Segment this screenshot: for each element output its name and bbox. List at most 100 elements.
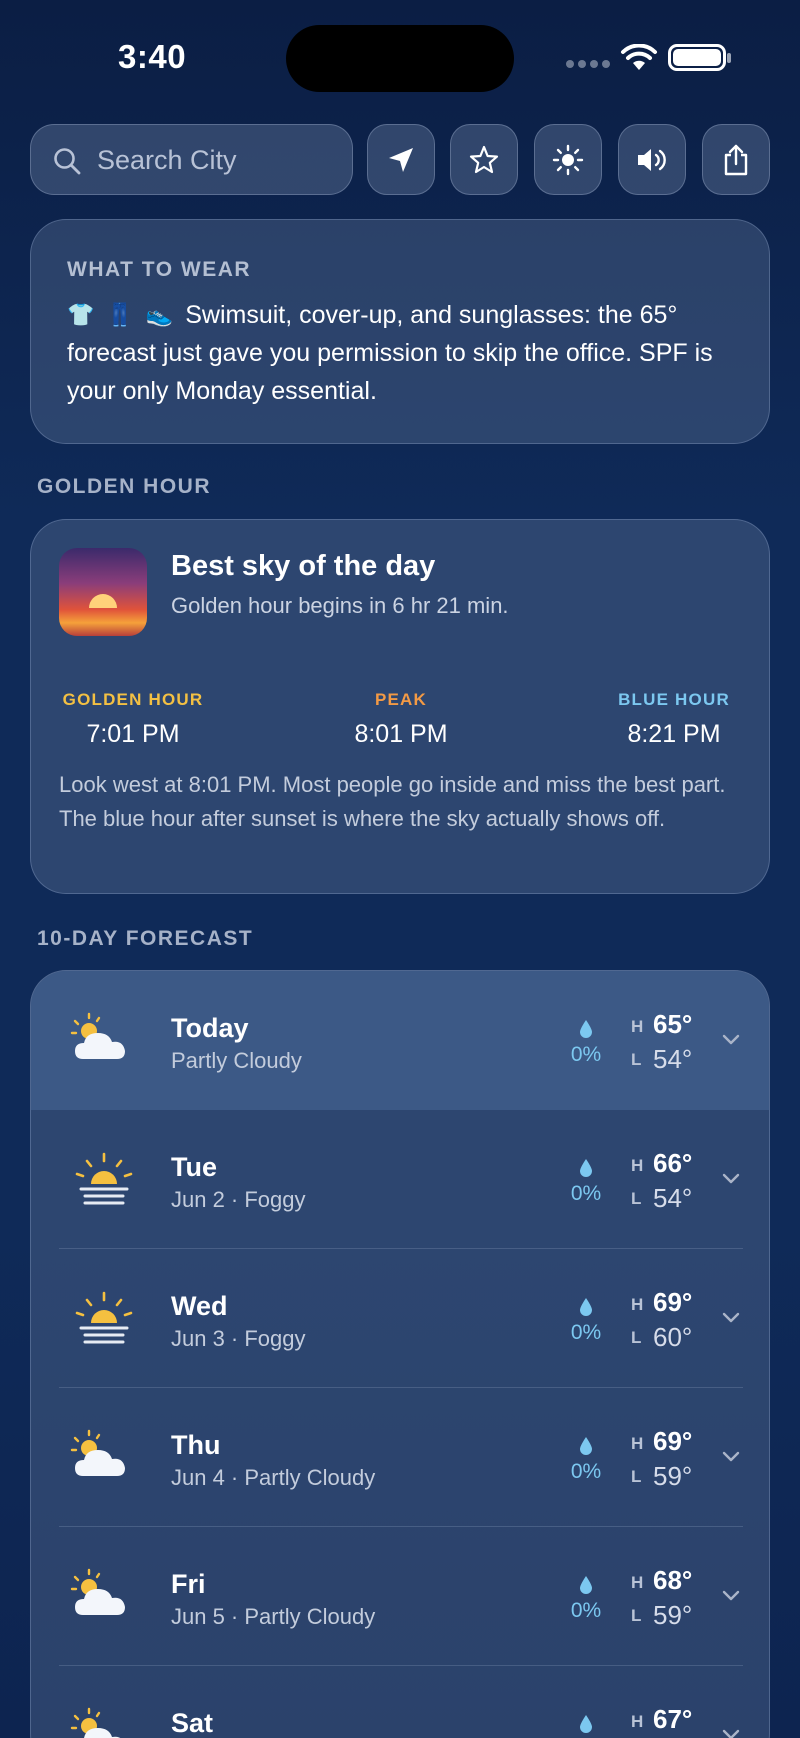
- high-low: H 69° L 59°: [631, 1426, 731, 1492]
- high-tag: H: [631, 1017, 644, 1036]
- forecast-section-title: 10-DAY FORECAST: [37, 927, 254, 950]
- low-tag: L: [631, 1467, 642, 1486]
- low-temp: 59°: [653, 1600, 693, 1630]
- precipitation: [561, 1714, 611, 1734]
- precipitation-value: 0%: [570, 1321, 602, 1344]
- golden-hour-title: Best sky of the day: [171, 550, 436, 582]
- forecast-row[interactable]: Thu Jun 4 · Partly Cloudy 0% H 69° L 59°: [31, 1388, 769, 1527]
- search-input[interactable]: [97, 125, 337, 196]
- golden-hour-label: GOLDEN HOUR: [62, 690, 204, 709]
- partly-cloudy-icon: [70, 1568, 125, 1615]
- chevron-down-icon[interactable]: [721, 1450, 741, 1464]
- high-low: H 69° L 60°: [631, 1287, 731, 1353]
- forecast-row[interactable]: Today Partly Cloudy 0% H 65° L 54°: [31, 971, 769, 1110]
- what-to-wear-text: 👕 👖 👟 Swimsuit, cover-up, and sunglasses: t…: [67, 296, 747, 410]
- share-icon: [724, 144, 748, 175]
- low-temp: 54°: [653, 1183, 693, 1213]
- day-name: Tue: [171, 1152, 217, 1182]
- peak-time: 8:01 PM: [354, 720, 448, 748]
- partly-cloudy-icon: [70, 1012, 125, 1059]
- brightness-icon: [552, 144, 584, 175]
- raindrop-icon: [580, 1298, 592, 1316]
- precipitation-value: 0%: [570, 1182, 602, 1205]
- day-name: Today: [171, 1013, 249, 1043]
- low-temp: 60°: [653, 1322, 693, 1352]
- golden-hour-note: Look west at 8:01 PM. Most people go ins…: [59, 772, 726, 831]
- shirt-icon: 👕: [67, 302, 95, 327]
- high-temp: 69°: [653, 1426, 693, 1456]
- toolbar: [30, 124, 770, 196]
- blue-hour-time: 8:21 PM: [627, 720, 721, 748]
- forecast-row[interactable]: Fri Jun 5 · Partly Cloudy 0% H 68° L 59°: [31, 1527, 769, 1666]
- precipitation-value: 0%: [570, 1599, 602, 1622]
- day-description: Jun 5 · Partly Cloudy: [171, 1604, 376, 1629]
- chevron-down-icon[interactable]: [721, 1728, 741, 1738]
- raindrop-icon: [580, 1576, 592, 1594]
- favorite-button[interactable]: [450, 124, 518, 195]
- speaker-icon: [638, 148, 666, 171]
- chevron-down-icon[interactable]: [721, 1589, 741, 1603]
- peak-label: PEAK: [374, 690, 428, 709]
- day-name: Thu: [171, 1430, 221, 1460]
- low-tag: L: [631, 1050, 642, 1069]
- day-name: Wed: [171, 1291, 228, 1321]
- precipitation: 0%: [561, 1158, 611, 1206]
- cellular-signal-icon: [566, 60, 610, 68]
- location-button[interactable]: [367, 124, 435, 195]
- search-icon: [54, 148, 81, 175]
- precipitation-value: 0%: [570, 1043, 602, 1066]
- battery-icon: [668, 44, 731, 71]
- blue-hour-column: BLUE HOUR 8:21 PM: [606, 690, 742, 749]
- foggy-sun-icon: [75, 1152, 133, 1205]
- foggy-sun-icon: [75, 1291, 133, 1344]
- sunset-image: [59, 548, 147, 636]
- chevron-down-icon[interactable]: [721, 1033, 741, 1047]
- high-low: H 67°: [631, 1704, 731, 1737]
- wifi-icon: [621, 44, 657, 70]
- forecast-row[interactable]: Tue Jun 2 · Foggy 0% H 66° L 54°: [31, 1110, 769, 1249]
- forecast-row[interactable]: Wed Jun 3 · Foggy 0% H 69° L 60°: [31, 1249, 769, 1388]
- what-to-wear-card: WHAT TO WEAR 👕 👖 👟 Swimsuit, cover-up, and …: [30, 219, 770, 444]
- high-temp: 66°: [653, 1148, 693, 1178]
- status-time: 3:40: [118, 38, 187, 75]
- what-to-wear-label: WHAT TO WEAR: [67, 258, 252, 281]
- partly-cloudy-icon: [70, 1707, 121, 1738]
- high-low: H 66° L 54°: [631, 1148, 731, 1214]
- sound-button[interactable]: [618, 124, 686, 195]
- high-temp: 65°: [653, 1009, 693, 1039]
- peak-column: PEAK 8:01 PM: [326, 690, 476, 749]
- star-icon: [469, 145, 499, 173]
- low-tag: L: [631, 1606, 642, 1625]
- high-low: H 68° L 59°: [631, 1565, 731, 1631]
- chevron-down-icon[interactable]: [721, 1311, 741, 1325]
- precipitation: 0%: [561, 1297, 611, 1345]
- raindrop-icon: [580, 1715, 592, 1733]
- high-tag: H: [631, 1434, 644, 1453]
- golden-hour-card: Best sky of the day Golden hour begins i…: [30, 519, 770, 894]
- raindrop-icon: [580, 1159, 592, 1177]
- day-description: Jun 3 · Foggy: [171, 1326, 306, 1351]
- high-temp: 67°: [653, 1704, 693, 1734]
- share-button[interactable]: [702, 124, 770, 195]
- forecast-row[interactable]: Sat H 67°: [31, 1666, 769, 1738]
- brightness-button[interactable]: [534, 124, 602, 195]
- high-temp: 68°: [653, 1565, 693, 1595]
- location-arrow-icon: [389, 147, 413, 172]
- high-tag: H: [631, 1573, 644, 1592]
- blue-hour-label: BLUE HOUR: [618, 690, 730, 709]
- day-description: Jun 2 · Foggy: [171, 1187, 306, 1212]
- search-box[interactable]: [30, 124, 353, 196]
- low-tag: L: [631, 1328, 642, 1347]
- day-name: Fri: [171, 1569, 206, 1599]
- day-description: Partly Cloudy: [171, 1048, 302, 1073]
- day-name: Sat: [171, 1708, 214, 1738]
- low-temp: 54°: [653, 1044, 693, 1074]
- golden-hour-subtitle: Golden hour begins in 6 hr 21 min.: [171, 593, 509, 618]
- low-temp: 59°: [653, 1461, 693, 1491]
- chevron-down-icon[interactable]: [721, 1172, 741, 1186]
- dynamic-island: [286, 25, 514, 92]
- partly-cloudy-icon: [70, 1429, 125, 1476]
- high-low: H 65° L 54°: [631, 1009, 731, 1075]
- high-temp: 69°: [653, 1287, 693, 1317]
- golden-hour-section-title: GOLDEN HOUR: [37, 475, 211, 498]
